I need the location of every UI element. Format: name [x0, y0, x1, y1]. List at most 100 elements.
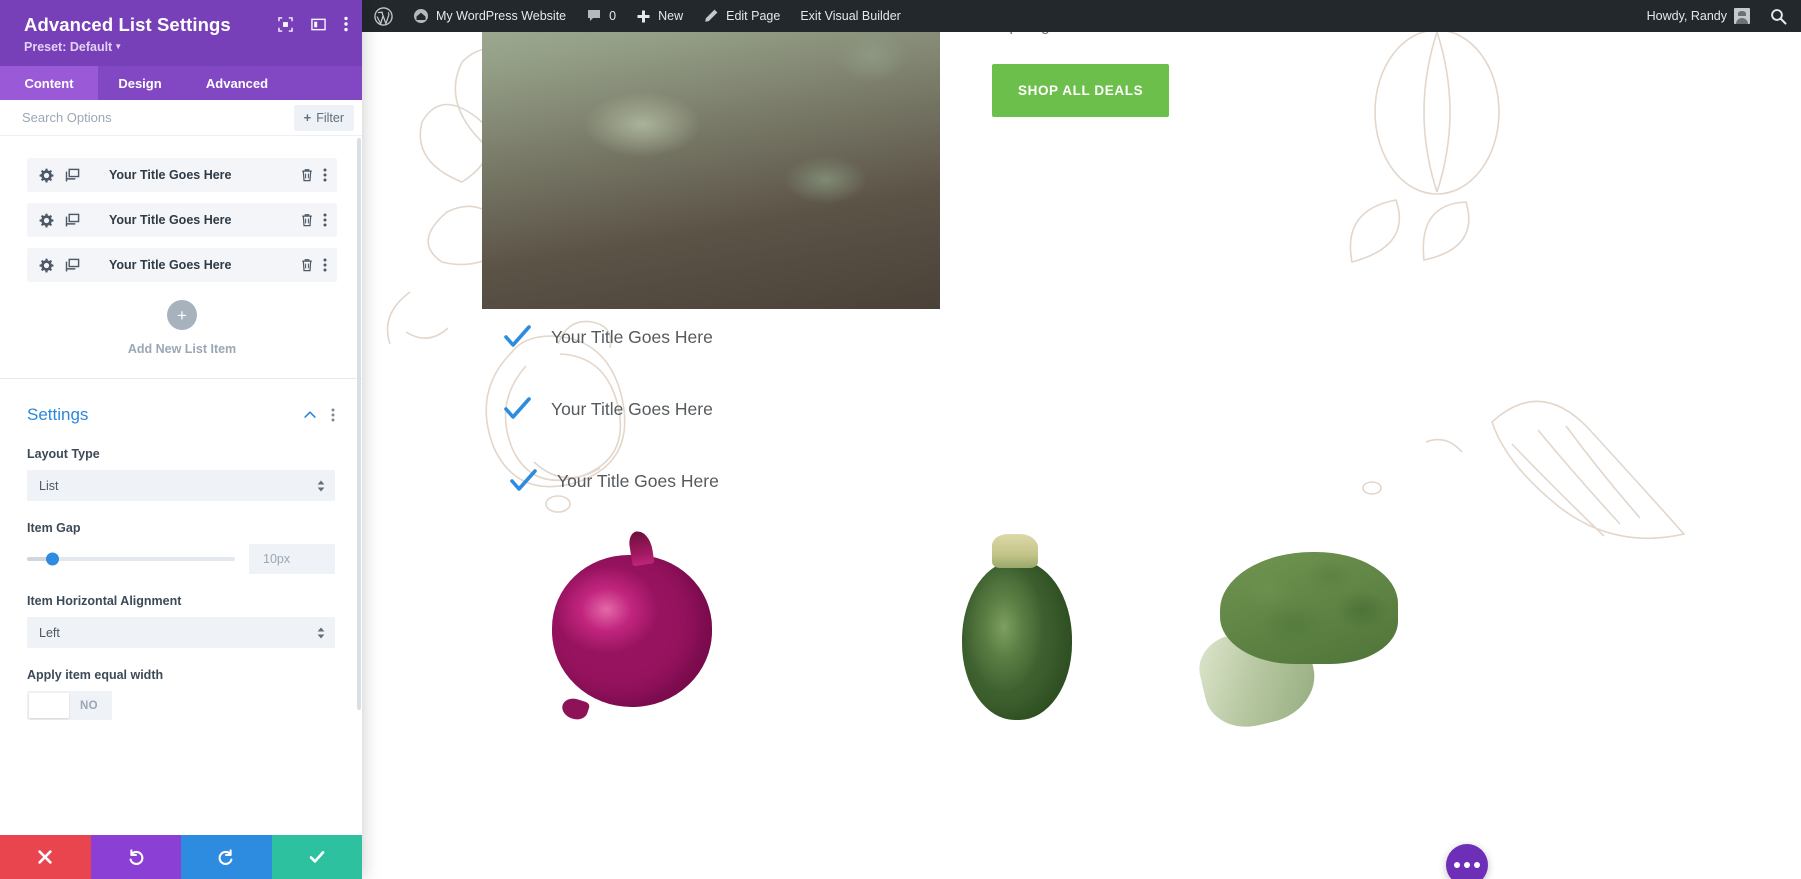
- add-new-list-item-group[interactable]: + Add New List Item: [27, 293, 337, 378]
- undo-icon: [129, 849, 144, 865]
- table-row[interactable]: Your Title Goes Here: [27, 158, 337, 193]
- zucchini-image[interactable]: [962, 534, 1072, 720]
- check-icon: [504, 325, 531, 347]
- page-preview-canvas[interactable]: turpis egestas. SHOP ALL DEALS Your Titl…: [362, 32, 1801, 879]
- cancel-button[interactable]: [0, 835, 91, 879]
- kebab-menu-icon[interactable]: [323, 213, 327, 227]
- item-horizontal-alignment-label: Item Horizontal Alignment: [27, 594, 182, 609]
- item-gap-slider-row[interactable]: 10px: [27, 544, 335, 575]
- toggle-value: NO: [80, 699, 98, 712]
- list-item[interactable]: Your Title Goes Here: [502, 322, 719, 352]
- module-settings-panel[interactable]: Advanced List Settings Preset: Default▼: [0, 0, 362, 879]
- panel-body[interactable]: Your Title Goes Here Your Title Goes Her…: [0, 136, 362, 835]
- apply-item-equal-width-toggle[interactable]: NO: [27, 691, 112, 721]
- duplicate-icon[interactable]: [65, 213, 80, 228]
- field-apply-item-equal-width[interactable]: Apply item equal width NO: [27, 668, 335, 723]
- panel-header: Advanced List Settings Preset: Default ▼: [0, 0, 362, 67]
- layout-type-value: List: [39, 478, 59, 493]
- toggle-knob: [29, 693, 69, 719]
- settings-section-title: Settings: [27, 405, 89, 425]
- red-onion-image[interactable]: [552, 529, 712, 723]
- trash-icon[interactable]: [300, 258, 314, 272]
- zucchini-stem-decoration: [992, 534, 1038, 568]
- admin-bar-account[interactable]: Howdy, Randy: [1637, 0, 1760, 32]
- tab-advanced[interactable]: Advanced: [182, 66, 292, 100]
- preset-label: Preset: Default: [24, 40, 113, 55]
- filter-button[interactable]: + Filter: [293, 104, 354, 131]
- comment-count: 0: [609, 9, 617, 23]
- field-item-gap[interactable]: Item Gap 10px: [27, 521, 335, 575]
- gear-icon[interactable]: [39, 213, 54, 228]
- kebab-menu-icon[interactable]: [331, 408, 335, 422]
- admin-bar-exit-visual-builder[interactable]: Exit Visual Builder: [790, 0, 911, 32]
- trash-icon[interactable]: [300, 168, 314, 182]
- duplicate-icon[interactable]: [65, 258, 80, 273]
- undo-button[interactable]: [90, 835, 181, 879]
- layout-type-select[interactable]: List: [27, 470, 335, 502]
- panel-footer[interactable]: [0, 835, 362, 879]
- list-item-actions: [300, 168, 327, 182]
- shop-all-deals-button[interactable]: SHOP ALL DEALS: [992, 64, 1170, 117]
- panel-scrollbar[interactable]: [357, 138, 361, 711]
- panel-tabs[interactable]: Content Design Advanced: [0, 66, 362, 101]
- chevron-up-icon[interactable]: [303, 408, 317, 422]
- list-item-label: Your Title Goes Here: [551, 398, 713, 419]
- field-item-horizontal-alignment[interactable]: Item Horizontal Alignment Left: [27, 594, 335, 649]
- item-horizontal-alignment-select[interactable]: Left: [27, 617, 335, 649]
- tab-design[interactable]: Design: [98, 66, 182, 100]
- site-name-label: My WordPress Website: [436, 9, 567, 23]
- search-row[interactable]: + Filter: [0, 100, 362, 137]
- kebab-menu-icon[interactable]: [323, 168, 327, 182]
- search-input[interactable]: [0, 110, 294, 126]
- redo-button[interactable]: [181, 835, 272, 879]
- item-gap-value-input[interactable]: 10px: [249, 544, 335, 575]
- module-options-fab-button[interactable]: [1446, 844, 1488, 879]
- exit-builder-label: Exit Visual Builder: [800, 9, 901, 23]
- plus-icon[interactable]: +: [167, 300, 197, 331]
- chevron-updown-icon: [317, 627, 325, 639]
- table-row[interactable]: Your Title Goes Here: [27, 248, 337, 283]
- asparagus-hero-image[interactable]: [482, 32, 940, 309]
- gear-icon[interactable]: [39, 258, 54, 273]
- duplicate-icon[interactable]: [65, 168, 80, 183]
- add-new-list-item-label[interactable]: Add New List Item: [128, 342, 236, 356]
- table-row[interactable]: Your Title Goes Here: [27, 203, 337, 238]
- settings-section-header[interactable]: Settings: [27, 405, 335, 425]
- comment-bubble-icon: [588, 10, 601, 21]
- list-item-actions: [300, 213, 327, 227]
- broccoli-head-decoration: [1220, 552, 1398, 664]
- field-layout-type[interactable]: Layout Type List: [27, 447, 335, 502]
- admin-bar-search[interactable]: [1760, 0, 1801, 32]
- onion-root-decoration: [559, 695, 591, 723]
- list-item-label: Your Title Goes Here: [551, 326, 713, 347]
- new-label: New: [658, 9, 684, 23]
- slider-handle[interactable]: [45, 552, 59, 566]
- chevron-updown-icon: [317, 480, 325, 492]
- fab-dot-icon: [1454, 862, 1460, 868]
- preset-selector[interactable]: Preset: Default ▼: [24, 40, 346, 54]
- list-items-block[interactable]: Your Title Goes Here Your Title Goes Her…: [0, 136, 362, 378]
- list-item[interactable]: Your Title Goes Here: [502, 394, 719, 424]
- target-icon[interactable]: [278, 16, 293, 32]
- admin-bar-edit-page[interactable]: Edit Page: [693, 0, 790, 32]
- item-gap-slider[interactable]: [27, 552, 235, 566]
- list-item[interactable]: Your Title Goes Here: [508, 466, 719, 496]
- admin-bar-comments[interactable]: 0: [576, 0, 626, 32]
- admin-bar-new-content[interactable]: New: [626, 0, 693, 32]
- settings-section[interactable]: Settings Layout Type List Item Gap 10px …: [0, 379, 362, 723]
- checkmark-list[interactable]: Your Title Goes Here Your Title Goes Her…: [502, 322, 719, 538]
- fab-dot-icon: [1464, 862, 1470, 868]
- trash-icon[interactable]: [300, 213, 314, 227]
- kebab-menu-icon[interactable]: [344, 16, 348, 32]
- admin-bar-site-name[interactable]: My WordPress Website: [403, 0, 576, 32]
- edit-page-label: Edit Page: [726, 9, 781, 23]
- kebab-menu-icon[interactable]: [323, 258, 327, 272]
- layout-columns-icon[interactable]: [311, 17, 326, 32]
- broccoli-image[interactable]: [1192, 552, 1412, 736]
- save-button[interactable]: [271, 835, 362, 879]
- tab-content[interactable]: Content: [0, 66, 98, 101]
- gear-icon[interactable]: [39, 168, 54, 183]
- wordpress-admin-bar[interactable]: My WordPress Website 0 New Edit Page Exi…: [362, 0, 1801, 32]
- check-icon: [504, 397, 531, 419]
- admin-bar-wordpress-logo[interactable]: [362, 0, 403, 32]
